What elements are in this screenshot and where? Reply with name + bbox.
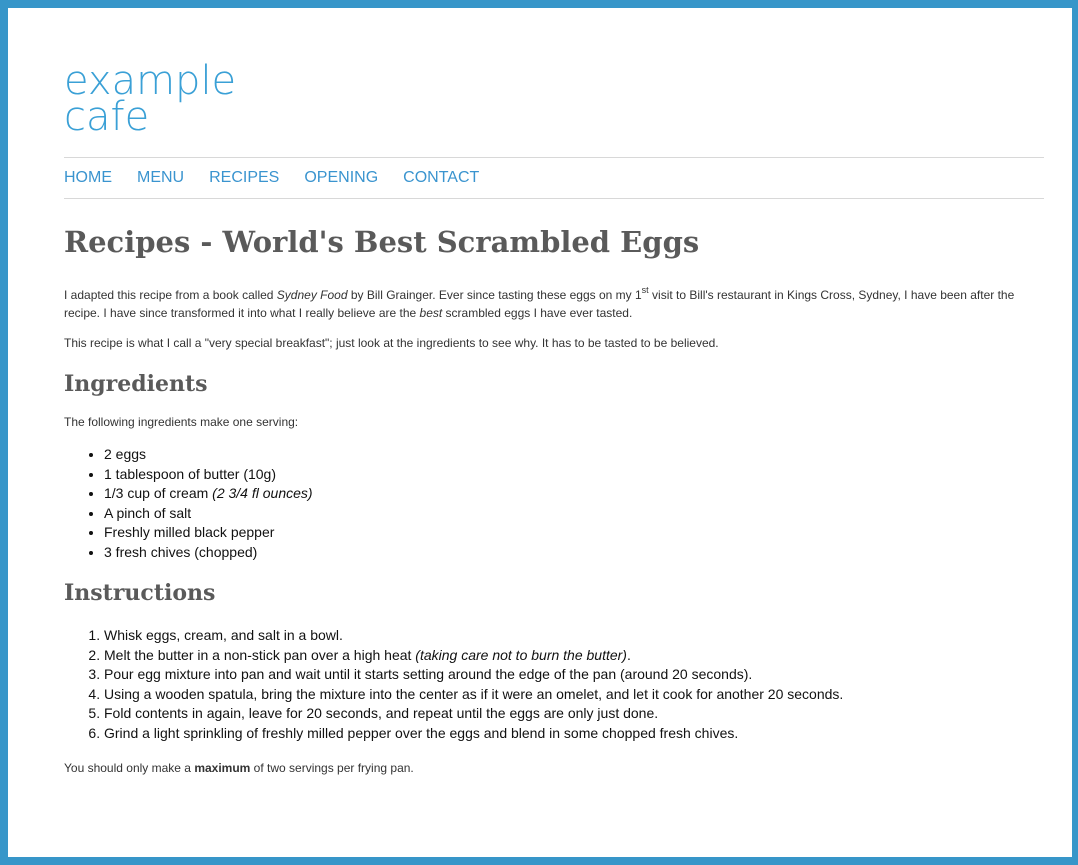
nav-recipes[interactable]: RECIPES: [209, 169, 279, 187]
intro-text: I adapted this recipe from a book called: [64, 288, 277, 302]
ingredient-item: 3 fresh chives (chopped): [104, 543, 1044, 563]
emphasis-best: best: [419, 306, 443, 320]
instruction-step: Whisk eggs, cream, and salt in a bowl.: [104, 626, 1044, 646]
nav-home[interactable]: HOME: [64, 169, 112, 187]
ingredients-list: 2 eggs 1 tablespoon of butter (10g) 1/3 …: [64, 445, 1044, 562]
page-content: example cafe HOME MENU RECIPES OPENING C…: [64, 26, 1044, 777]
nav-menu[interactable]: MENU: [137, 169, 184, 187]
step-text: Melt the butter in a non-stick pan over …: [104, 646, 416, 663]
ordinal-suffix: st: [641, 285, 649, 295]
page-title: Recipes - World's Best Scrambled Eggs: [64, 225, 700, 259]
step-note: (taking care not to burn the butter): [415, 646, 627, 663]
ingredient-item: 1 tablespoon of butter (10g): [104, 465, 1044, 485]
logo-line-1: example: [64, 58, 237, 104]
intro-paragraph-2: This recipe is what I call a "very speci…: [64, 336, 719, 350]
ingredient-text: 1/3 cup of cream: [104, 485, 213, 501]
instruction-step: Pour egg mixture into pan and wait until…: [104, 665, 1044, 685]
instruction-step: Melt the butter in a non-stick pan over …: [104, 646, 1044, 666]
instruction-step: Using a wooden spatula, bring the mixtur…: [104, 685, 1044, 705]
main-nav: HOME MENU RECIPES OPENING CONTACT: [64, 157, 1044, 199]
ingredient-item: Freshly milled black pepper: [104, 523, 1044, 543]
book-title: Sydney Food: [276, 288, 348, 302]
ingredient-item: A pinch of salt: [104, 504, 1044, 524]
intro-paragraph-1: I adapted this recipe from a book called…: [64, 286, 1044, 322]
ingredients-lead: The following ingredients make one servi…: [64, 415, 299, 429]
intro-text: scrambled eggs I have ever tasted.: [442, 306, 633, 320]
nav-contact[interactable]: CONTACT: [403, 169, 479, 187]
ingredient-item: 1/3 cup of cream (2 3/4 fl ounces): [104, 484, 1044, 504]
instruction-step: Fold contents in again, leave for 20 sec…: [104, 704, 1044, 724]
logo-line-2: cafe: [64, 94, 150, 140]
browser-frame: example cafe HOME MENU RECIPES OPENING C…: [0, 0, 1078, 865]
serving-note: You should only make a maximum of two se…: [64, 759, 1044, 777]
instructions-heading: Instructions: [64, 580, 216, 606]
emphasis-maximum: maximum: [194, 761, 251, 775]
instruction-step: Grind a light sprinkling of freshly mill…: [104, 724, 1044, 744]
intro-text: by Bill Grainger. Ever since tasting the…: [347, 288, 642, 302]
site-logo[interactable]: example cafe: [64, 58, 1044, 140]
note-text: You should only make a: [64, 761, 195, 775]
step-text: .: [626, 646, 631, 663]
ingredient-note: (2 3/4 fl ounces): [212, 485, 313, 501]
instructions-list: Whisk eggs, cream, and salt in a bowl. M…: [64, 626, 1044, 743]
ingredient-item: 2 eggs: [104, 445, 1044, 465]
nav-opening[interactable]: OPENING: [304, 169, 378, 187]
ingredients-heading: Ingredients: [64, 371, 208, 397]
note-text: of two servings per frying pan.: [250, 761, 414, 775]
